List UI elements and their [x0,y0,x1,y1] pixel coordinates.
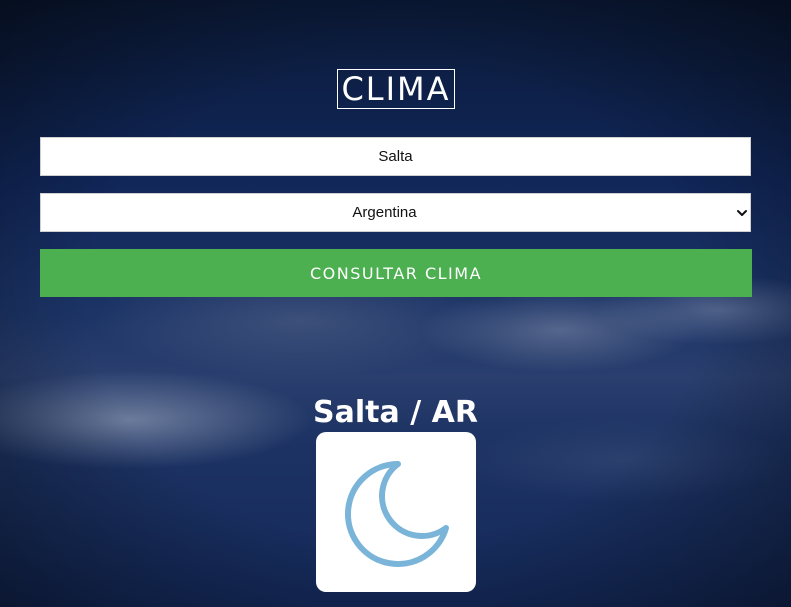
city-input[interactable] [40,137,751,176]
page-title: CLIMA [337,69,455,110]
country-select-value: Argentina [352,204,417,221]
result-location-heading: Salta / AR [313,394,478,430]
consult-weather-button[interactable]: CONSULTAR CLIMA [40,249,752,297]
weather-icon-card [316,432,476,592]
moon-icon [345,461,449,567]
weather-app: CLIMA Argentina CONSULTAR CLIMA Salta / … [0,0,791,607]
chevron-down-icon [737,210,747,216]
country-select[interactable]: Argentina [40,193,751,232]
